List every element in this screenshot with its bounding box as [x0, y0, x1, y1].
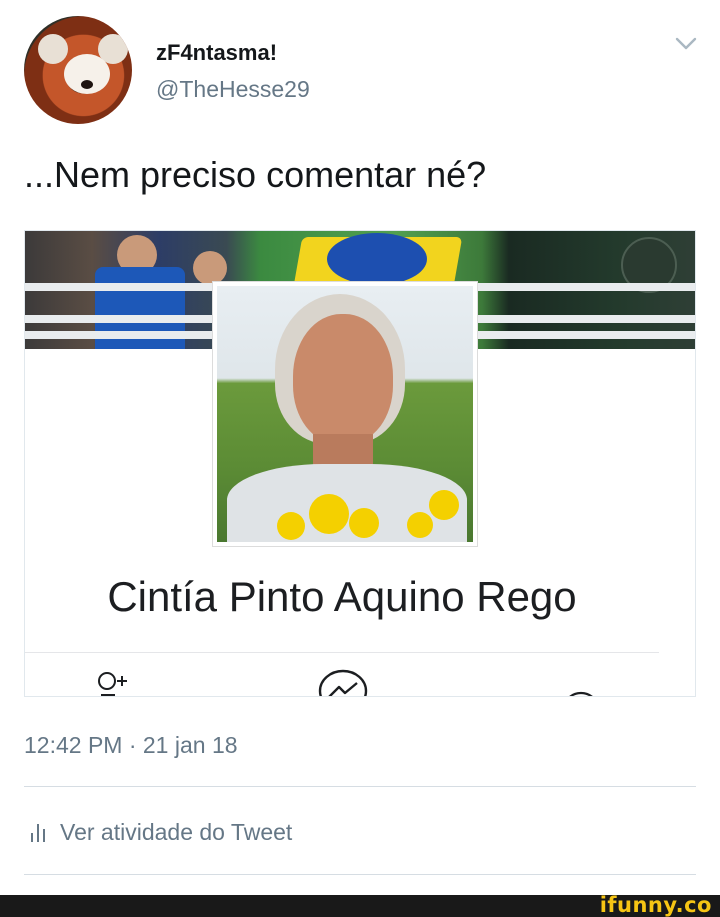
- photo-flower: [407, 512, 433, 538]
- avatar-nose: [81, 80, 93, 89]
- author-handle[interactable]: @TheHesse29: [156, 76, 310, 103]
- photo-flower: [429, 490, 459, 520]
- tweet-timestamp[interactable]: 12:42 PM · 21 jan 18: [24, 732, 238, 759]
- author-avatar[interactable]: [24, 16, 132, 124]
- bar-chart-icon: [31, 824, 45, 842]
- profile-name: Cintía Pinto Aquino Rego: [107, 573, 577, 620]
- photo-flower: [277, 512, 305, 540]
- profile-photo: [217, 286, 473, 542]
- ifunny-watermark: ifunny.co: [599, 893, 712, 917]
- watermark-bar: ifunny.co: [0, 893, 720, 917]
- add-friend-icon: [98, 672, 127, 696]
- profile-picture: [212, 281, 478, 547]
- avatar-ear-left: [38, 34, 68, 64]
- view-tweet-activity-link[interactable]: Ver atividade do Tweet: [24, 817, 292, 847]
- photo-flower: [349, 508, 379, 538]
- messenger-icon: [318, 669, 368, 696]
- crowd-person: [193, 251, 227, 285]
- author-display-name[interactable]: zF4ntasma!: [156, 40, 277, 66]
- card-divider: [25, 652, 659, 653]
- more-icon: [569, 691, 593, 696]
- divider: [24, 874, 696, 875]
- photo-flower: [309, 494, 349, 534]
- chevron-down-icon[interactable]: [674, 34, 698, 54]
- tweet-text: ...Nem preciso comentar né?: [24, 154, 487, 195]
- divider: [24, 786, 696, 787]
- tweet-media[interactable]: Cintía Pinto Aquino Rego: [24, 230, 696, 697]
- flag-globe: [327, 233, 427, 285]
- photo-face: [293, 314, 393, 444]
- activity-label: Ver atividade do Tweet: [60, 818, 293, 845]
